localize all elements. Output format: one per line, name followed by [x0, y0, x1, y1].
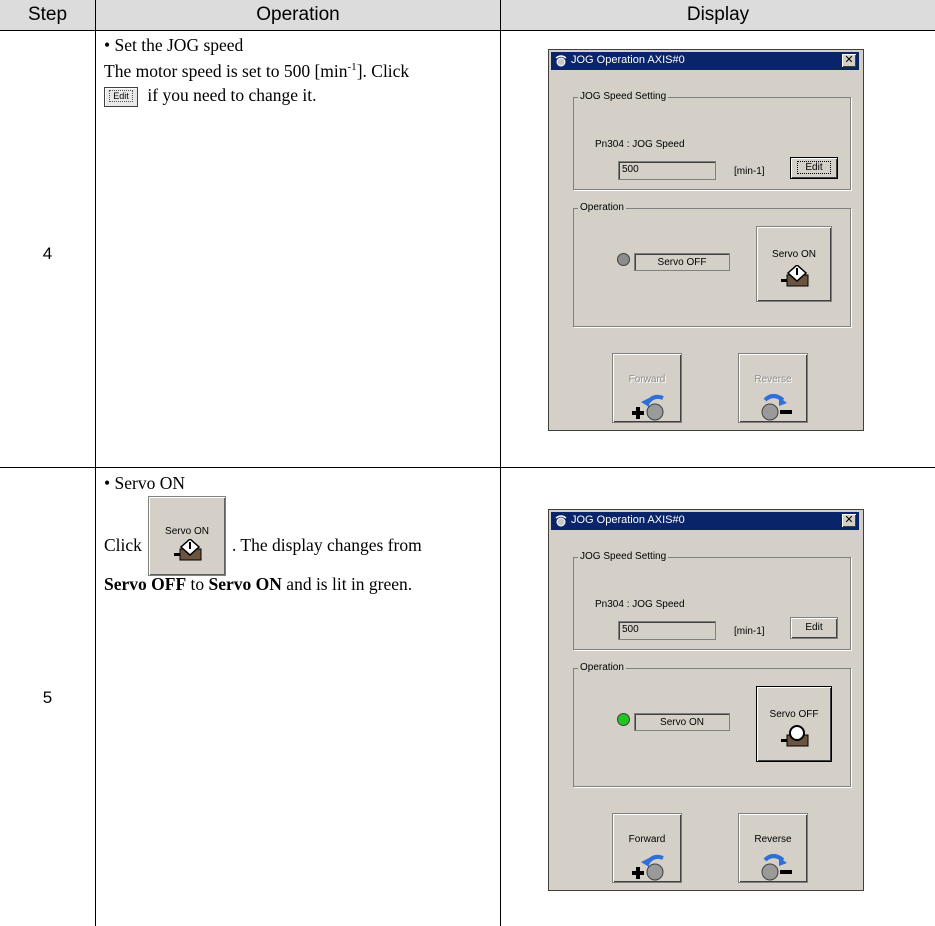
reverse-button[interactable]: Reverse	[738, 813, 808, 883]
operation-group: Operation Servo OFF Servo ON	[573, 202, 851, 327]
servo-motor-on-icon	[174, 539, 202, 561]
close-icon[interactable]: ✕	[842, 514, 856, 527]
servo-motor-off-icon	[781, 725, 809, 747]
instruction-text: Click	[104, 535, 142, 555]
group-label: JOG Speed Setting	[578, 551, 669, 562]
forward-button[interactable]: Forward	[612, 353, 682, 423]
instruction-text: if you need to change it.	[147, 84, 317, 105]
servo-status-field: Servo OFF	[634, 253, 730, 271]
close-icon[interactable]: ✕	[842, 54, 856, 67]
reverse-rotation-icon	[761, 854, 792, 881]
servo-toggle-button[interactable]: Servo ON	[756, 226, 832, 302]
edit-button-reference: Edit	[104, 86, 138, 107]
instruction-text: . The display changes from	[232, 535, 422, 555]
operation-text-step4: • Set the JOG speed The motor speed is s…	[104, 34, 496, 107]
forward-label: Forward	[628, 834, 666, 845]
servo-button-label: Servo ON	[772, 249, 816, 260]
unit-label: [min-1]	[734, 166, 765, 177]
forward-rotation-icon	[632, 854, 664, 881]
edit-button[interactable]: Edit	[790, 157, 838, 179]
jog-speed-field[interactable]: 500	[618, 621, 716, 640]
servo-status-led	[617, 253, 630, 266]
step-number: 5	[42, 688, 53, 707]
group-label: Operation	[578, 202, 626, 213]
operation-group: Operation Servo ON Servo OFF	[573, 662, 851, 787]
bullet-title: • Set the JOG speed	[104, 35, 244, 55]
connection-icon	[555, 55, 567, 67]
operation-text-step5: • Servo ON Click Servo ON . The display …	[104, 472, 496, 642]
forward-button[interactable]: Forward	[612, 813, 682, 883]
servo-status-field: Servo ON	[634, 713, 730, 731]
group-label: Operation	[578, 662, 626, 673]
servo-on-button-reference: Servo ON	[148, 496, 226, 576]
dialog-title: JOG Operation AXIS#0	[571, 54, 685, 66]
connection-icon	[555, 515, 567, 527]
servo-button-label: Servo OFF	[769, 709, 819, 720]
parameter-label: Pn304 : JOG Speed	[595, 599, 685, 610]
header-step: Step	[0, 0, 95, 30]
group-label: JOG Speed Setting	[578, 91, 669, 102]
title-bar[interactable]: JOG Operation AXIS#0 ✕	[551, 52, 859, 70]
servo-status-led	[617, 713, 630, 726]
dialog-title: JOG Operation AXIS#0	[571, 514, 685, 526]
unit-superscript: -1	[347, 61, 357, 73]
jog-operation-dialog: JOG Operation AXIS#0 ✕ JOG Speed Setting Pn…	[548, 509, 864, 891]
instruction-text: ]. Click	[356, 60, 410, 81]
reverse-button[interactable]: Reverse	[738, 353, 808, 423]
reverse-label: Reverse	[754, 834, 792, 845]
reverse-rotation-icon	[761, 394, 792, 421]
header-operation: Operation	[96, 0, 500, 30]
instruction-text: The motor speed is set to 500 [min	[104, 60, 348, 81]
forward-rotation-icon	[632, 394, 664, 421]
parameter-label: Pn304 : JOG Speed	[595, 139, 685, 150]
jog-speed-field[interactable]: 500	[618, 161, 716, 180]
servo-toggle-button[interactable]: Servo OFF	[756, 686, 832, 762]
header-display: Display	[501, 0, 935, 30]
servo-motor-on-icon	[781, 265, 809, 287]
bullet-title: • Servo ON	[104, 473, 185, 493]
unit-label: [min-1]	[734, 626, 765, 637]
instruction-line: Servo OFF to Servo ON and is lit in gree…	[104, 574, 413, 594]
step-number: 4	[42, 244, 53, 263]
title-bar[interactable]: JOG Operation AXIS#0 ✕	[551, 512, 859, 530]
edit-button[interactable]: Edit	[790, 617, 838, 639]
jog-operation-dialog: JOG Operation AXIS#0 ✕ JOG Speed Setting Pn…	[548, 49, 864, 431]
forward-label: Forward	[628, 374, 666, 385]
reverse-label: Reverse	[754, 374, 792, 385]
